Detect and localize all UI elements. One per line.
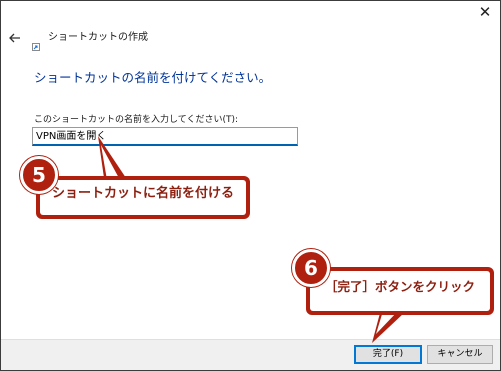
step-number-badge-6: 6: [292, 249, 330, 287]
annotation-text-6: ［完了］ボタンをクリック: [324, 279, 475, 294]
annotation-text-5: ショートカットに名前を付ける: [51, 186, 234, 201]
annotation-callout-5: ショートカットに名前を付ける: [36, 176, 250, 219]
step-number-badge-5: 5: [20, 156, 58, 194]
annotation-callout-6: ［完了］ボタンをクリック: [306, 267, 494, 315]
